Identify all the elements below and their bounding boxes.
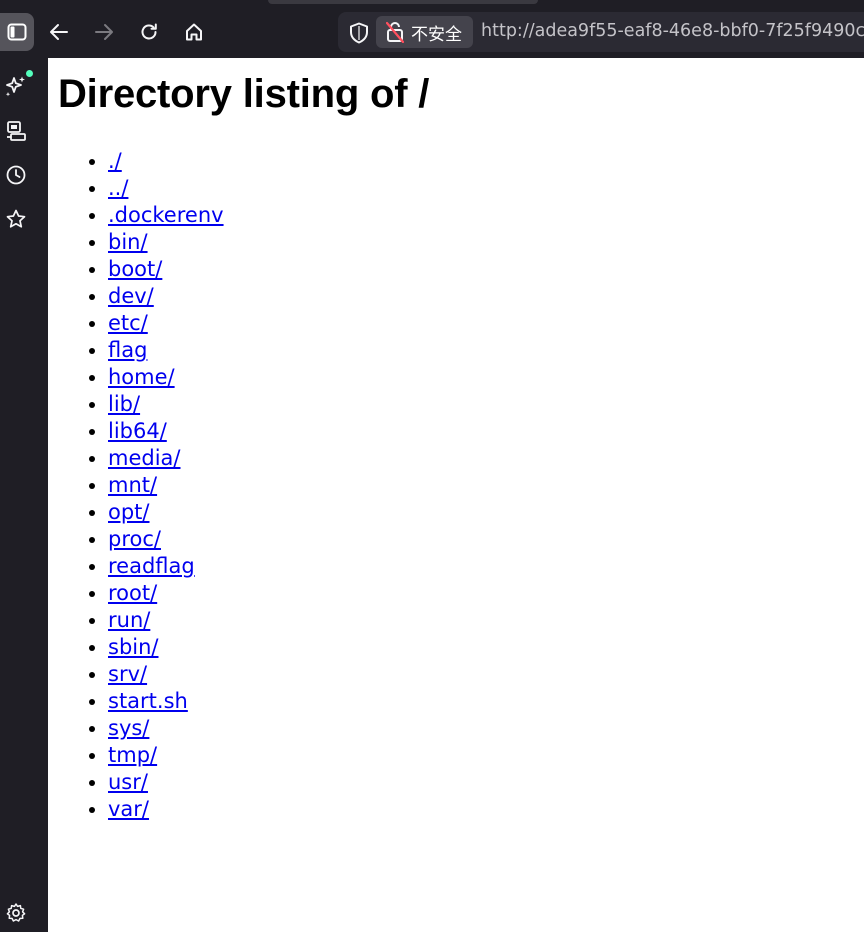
list-item: media/ — [108, 445, 224, 472]
directory-entry-link[interactable]: dev/ — [108, 284, 154, 308]
browser-sidebar — [0, 58, 48, 932]
list-item: sys/ — [108, 715, 224, 742]
sync-tabs-icon — [7, 121, 26, 141]
list-item: start.sh — [108, 688, 224, 715]
directory-entry-link[interactable]: start.sh — [108, 689, 188, 713]
list-item: readflag — [108, 553, 224, 580]
directory-entry-link[interactable]: boot/ — [108, 257, 162, 281]
directory-entry-link[interactable]: root/ — [108, 581, 157, 605]
arrow-left-icon — [50, 24, 68, 40]
directory-entry-link[interactable]: proc/ — [108, 527, 161, 551]
reload-button[interactable] — [132, 13, 166, 51]
directory-entry-link[interactable]: run/ — [108, 608, 150, 632]
list-item: home/ — [108, 364, 224, 391]
list-item: ../ — [108, 175, 224, 202]
synced-tabs-button[interactable] — [4, 119, 28, 143]
site-security-indicator[interactable]: 不安全 — [376, 16, 473, 48]
list-item: .dockerenv — [108, 202, 224, 229]
directory-entry-link[interactable]: srv/ — [108, 662, 147, 686]
sidebar-toggle-button[interactable] — [0, 13, 34, 51]
list-item: lib/ — [108, 391, 224, 418]
list-item: dev/ — [108, 283, 224, 310]
directory-entry-link[interactable]: bin/ — [108, 230, 148, 254]
list-item: tmp/ — [108, 742, 224, 769]
back-button[interactable] — [42, 13, 76, 51]
history-button[interactable] — [4, 163, 28, 187]
list-item: run/ — [108, 607, 224, 634]
directory-list: ./ ../ .dockerenv bin/boot/dev/etc/flag home… — [48, 148, 224, 823]
list-item: opt/ — [108, 499, 224, 526]
gear-icon — [6, 903, 26, 922]
arrow-right-icon — [95, 24, 113, 40]
directory-entry-link[interactable]: var/ — [108, 797, 149, 821]
ai-chatbot-button[interactable] — [4, 74, 28, 98]
clock-icon — [6, 165, 26, 185]
settings-button[interactable] — [4, 901, 28, 925]
tab-strip[interactable] — [268, 0, 538, 4]
list-item: var/ — [108, 796, 224, 823]
directory-entry-link[interactable]: flag — [108, 338, 147, 362]
directory-entry-link[interactable]: lib/ — [108, 392, 140, 416]
directory-entry-link[interactable]: opt/ — [108, 500, 150, 524]
security-label: 不安全 — [411, 24, 462, 45]
list-item: root/ — [108, 580, 224, 607]
shield-icon — [350, 22, 368, 44]
directory-entry-link[interactable]: sbin/ — [108, 635, 159, 659]
home-icon — [186, 23, 202, 41]
tracking-protection-button[interactable] — [346, 20, 372, 46]
browser-toolbar: 不安全 http://adea9f55-eaf8-46e8-bbf0-7f25f… — [0, 0, 864, 59]
sparkle-icon — [5, 76, 25, 97]
list-item: boot/ — [108, 256, 224, 283]
directory-entry-link[interactable]: usr/ — [108, 770, 148, 794]
list-item: mnt/ — [108, 472, 224, 499]
directory-entry-link[interactable]: sys/ — [108, 716, 149, 740]
forward-button[interactable] — [87, 13, 121, 51]
list-item: usr/ — [108, 769, 224, 796]
list-item: ./ — [108, 148, 224, 175]
star-icon — [6, 209, 26, 228]
list-item: etc/ — [108, 310, 224, 337]
directory-entry-link[interactable]: ../ — [108, 176, 128, 200]
page-title: Directory listing of / — [58, 72, 430, 116]
url-text[interactable]: http://adea9f55-eaf8-46e8-bbf0-7f25f9490… — [481, 21, 864, 41]
notification-dot — [26, 70, 33, 77]
insecure-lock-icon — [385, 21, 405, 43]
address-bar[interactable]: 不安全 http://adea9f55-eaf8-46e8-bbf0-7f25f… — [338, 12, 864, 52]
directory-entry-link[interactable]: ./ — [108, 149, 122, 173]
bookmarks-button[interactable] — [4, 207, 28, 231]
sidebar-icon — [7, 23, 27, 41]
list-item: sbin/ — [108, 634, 224, 661]
reload-icon — [141, 23, 157, 40]
directory-entry-link[interactable]: etc/ — [108, 311, 148, 335]
directory-entry-link[interactable]: media/ — [108, 446, 181, 470]
list-item: flag — [108, 337, 224, 364]
list-item: srv/ — [108, 661, 224, 688]
list-item: bin/ — [108, 229, 224, 256]
directory-entry-link[interactable]: home/ — [108, 365, 175, 389]
directory-entry-link[interactable]: readflag — [108, 554, 195, 578]
directory-entry-link[interactable]: tmp/ — [108, 743, 157, 767]
list-item: lib64/ — [108, 418, 224, 445]
directory-entry-link[interactable]: lib64/ — [108, 419, 167, 443]
list-item: proc/ — [108, 526, 224, 553]
directory-entry-link[interactable]: .dockerenv — [108, 203, 224, 227]
page-content: Directory listing of / ./ ../ .dockerenv bi… — [48, 58, 864, 932]
directory-entry-link[interactable]: mnt/ — [108, 473, 157, 497]
home-button[interactable] — [177, 13, 211, 51]
